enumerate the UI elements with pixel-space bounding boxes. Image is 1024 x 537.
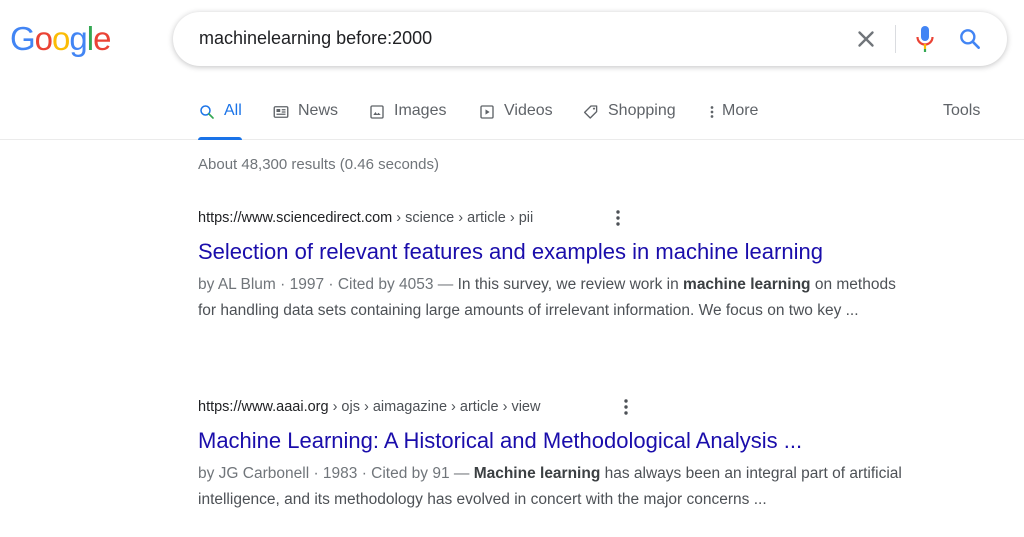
more-vert-icon [710, 106, 714, 118]
search-icon [200, 105, 214, 119]
snippet-text: In this survey, we review work in [457, 276, 684, 293]
voice-search-button[interactable] [913, 24, 937, 54]
logo-letter: o [34, 20, 53, 57]
logo-letter: g [69, 20, 87, 57]
close-icon [858, 31, 874, 47]
mic-icon [916, 26, 934, 52]
result-title-link[interactable]: Selection of relevant features and examp… [198, 238, 918, 266]
result-site: https://www.sciencedirect.com [198, 210, 393, 226]
tab-videos[interactable]: Videos [478, 102, 553, 140]
result-site: https://www.aaai.org [198, 399, 329, 415]
result-url[interactable]: https://www.aaai.org › ojs › aimagazine ›… [198, 397, 918, 417]
tab-label: More [722, 102, 759, 119]
image-icon [370, 105, 384, 119]
clear-button[interactable] [853, 26, 879, 52]
search-tabs: All News Images Videos Shopping More Too… [0, 90, 1024, 140]
tab-images[interactable]: Images [368, 102, 446, 140]
tab-label: Shopping [608, 102, 676, 119]
search-button[interactable] [957, 26, 983, 52]
result-path: › ojs › aimagazine › article › view [332, 399, 541, 415]
video-icon [480, 105, 494, 119]
tab-all[interactable]: All [198, 102, 242, 140]
result-menu-button[interactable] [620, 397, 632, 417]
result-meta: by JG Carbonell · 1983 · Cited by 91 — [198, 465, 474, 482]
search-input[interactable]: machinelearning before:2000 [199, 28, 432, 49]
result-title-link[interactable]: Machine Learning: A Historical and Metho… [198, 427, 918, 455]
tab-shopping[interactable]: Shopping [582, 102, 676, 140]
result-meta: by AL Blum · 1997 · Cited by 4053 — [198, 276, 458, 293]
logo-letter: o [52, 20, 70, 57]
search-divider [895, 25, 896, 53]
result-snippet: by AL Blum · 1997 · Cited by 4053 — In t… [198, 272, 918, 324]
search-icon [960, 29, 980, 49]
tab-news[interactable]: News [272, 102, 338, 140]
result-url[interactable]: https://www.sciencedirect.com › science ›… [198, 208, 918, 228]
google-logo[interactable]: Google [10, 20, 111, 58]
result-path: › science › article › pii [396, 210, 534, 226]
tab-label: Videos [504, 102, 553, 119]
tab-label: All [224, 102, 242, 119]
search-box[interactable]: machinelearning before:2000 [173, 12, 1007, 66]
snippet-highlight: Machine learning [473, 465, 601, 482]
result-stats: About 48,300 results (0.46 seconds) [198, 156, 439, 173]
logo-letter: G [10, 20, 36, 57]
logo-letter: e [93, 20, 111, 57]
result-snippet: by JG Carbonell · 1983 · Cited by 91 — M… [198, 461, 918, 513]
more-vert-icon [616, 210, 620, 226]
search-result: https://www.aaai.org › ojs › aimagazine ›… [198, 397, 918, 513]
tools-button[interactable]: Tools [943, 102, 980, 120]
search-result: https://www.sciencedirect.com › science ›… [198, 208, 918, 324]
tab-label: News [298, 102, 339, 119]
snippet-highlight: machine learning [683, 276, 811, 293]
tab-more[interactable]: More [706, 102, 758, 140]
tab-label: Images [394, 102, 447, 119]
tag-icon [583, 105, 598, 119]
more-vert-icon [624, 399, 628, 415]
result-menu-button[interactable] [612, 208, 624, 228]
news-icon [273, 106, 289, 118]
